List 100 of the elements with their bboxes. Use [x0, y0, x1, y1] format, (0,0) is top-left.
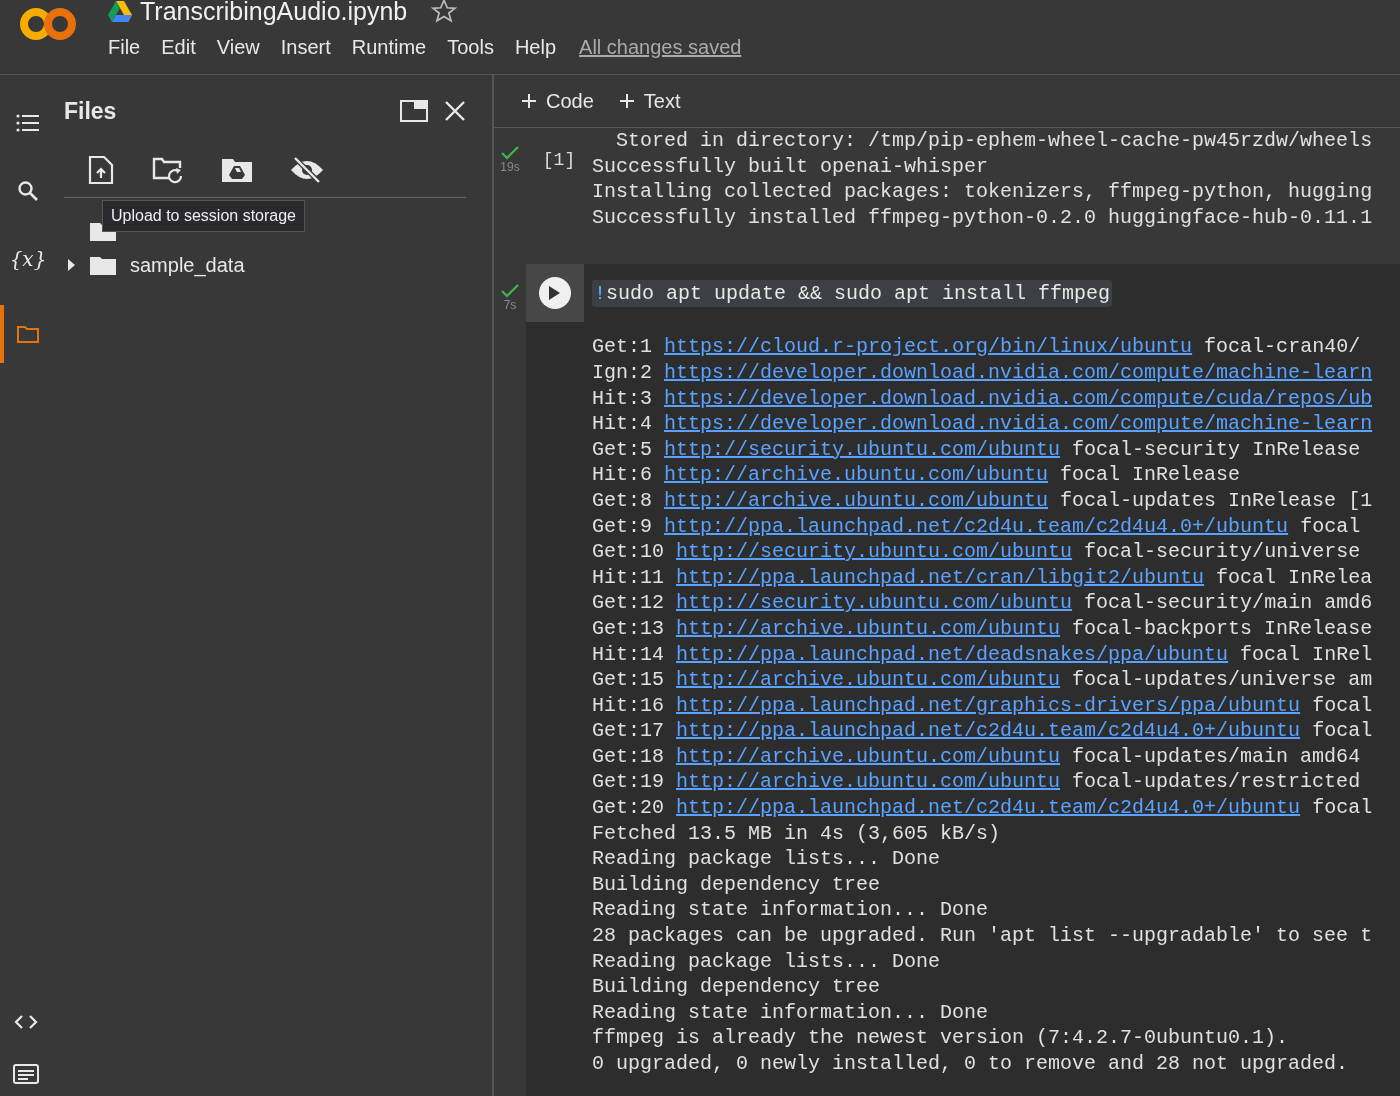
output-text: focal-updates/restricted	[1071, 770, 1361, 794]
output-link[interactable]: http://security.ubuntu.com/ubuntu	[664, 437, 1061, 461]
run-time: 19s	[500, 160, 520, 174]
plus-icon	[522, 94, 536, 108]
output-line: Building dependency tree	[592, 975, 881, 999]
folder-icon	[16, 324, 40, 344]
output-line: ffmpeg is already the newest version (7:4.2.7-0ubuntu0.1).	[592, 1026, 1289, 1050]
folder-icon	[90, 255, 116, 275]
panel-title: Files	[64, 97, 117, 125]
output-link[interactable]: http://security.ubuntu.com/ubuntu	[676, 591, 1073, 615]
output-link[interactable]: http://ppa.launchpad.net/deadsnakes/ppa/ubuntu	[676, 642, 1229, 666]
eye-off-icon[interactable]	[290, 156, 324, 184]
variables-tab[interactable]: {x}	[0, 237, 52, 281]
window-icon[interactable]	[400, 100, 428, 122]
output-text: Get:19	[592, 770, 665, 794]
output-text: Ign:2	[592, 360, 653, 384]
output-text: Get:10	[592, 540, 665, 564]
output-text: focal InRelease	[1059, 463, 1241, 487]
output-line: Successfully installed ffmpeg-python-0.2.0 huggingface-hub-0.11.1	[592, 205, 1373, 229]
output-text: focal InRelea	[1215, 565, 1373, 589]
expand-arrow-icon[interactable]	[66, 259, 76, 271]
output-text: focal InRel	[1239, 642, 1373, 666]
code-brackets-icon[interactable]	[14, 1014, 38, 1030]
output-text: Get:18	[592, 744, 665, 768]
output-link[interactable]: https://developer.download.nvidia.com/compute/cuda/repos/ub	[664, 386, 1373, 410]
close-icon[interactable]	[444, 100, 466, 122]
output-text: focal-updates/main amd64	[1071, 744, 1361, 768]
output-text: focal-security/main amd6	[1083, 591, 1373, 615]
folder-name[interactable]: sample_data	[130, 253, 245, 277]
plus-icon	[619, 94, 634, 108]
output-text: focal-cran40/	[1203, 335, 1361, 359]
menu-item[interactable]: File	[108, 36, 141, 59]
output-link[interactable]: http://archive.ubuntu.com/ubuntu	[664, 463, 1049, 487]
output-link[interactable]: https://developer.download.nvidia.com/compute/machine-learn	[664, 360, 1373, 384]
menu-item[interactable]: Help	[514, 36, 557, 59]
output-line: Reading package lists... Done	[592, 847, 941, 871]
output-text: Hit:4	[592, 412, 653, 436]
output-text: Get:13	[592, 616, 665, 640]
output-line: Reading state information... Done	[592, 1000, 989, 1024]
menu-item[interactable]: Insert	[280, 36, 331, 59]
search-icon	[17, 180, 39, 202]
output-line: Building dependency tree	[592, 872, 881, 896]
menu-item[interactable]: Tools	[447, 36, 494, 59]
drive-folder-icon[interactable]	[222, 157, 252, 183]
output-text: Hit:14	[592, 642, 665, 666]
output-text: Get:9	[592, 514, 653, 538]
output-text: Hit:3	[592, 386, 653, 410]
output-text: Get:17	[592, 719, 665, 743]
output-line: Installing collected packages: tokenizers, ffmpeg-python, hugging	[592, 180, 1373, 204]
output-link[interactable]: http://ppa.launchpad.net/c2d4u.team/c2d4u4.0+/ubuntu	[676, 719, 1301, 743]
upload-file-icon[interactable]	[88, 155, 114, 185]
output-text: Get:5	[592, 437, 653, 461]
menu-item[interactable]: Runtime	[351, 36, 427, 59]
run-button[interactable]	[539, 277, 571, 310]
tooltip: Upload to session storage	[102, 200, 305, 232]
code-editor[interactable]: !sudo apt update && sudo apt install ffmpeg	[592, 279, 1113, 307]
output-text: focal-updates InRelease [1	[1059, 488, 1373, 512]
output-line: Stored in directory: /tmp/pip-ephem-wheel-cache-pw45rzdw/wheels	[615, 129, 1373, 152]
list-icon	[16, 113, 40, 133]
add-code-button[interactable]: Code	[512, 83, 604, 119]
output-text: Get:1	[592, 335, 653, 359]
save-status-link[interactable]: All changes saved	[579, 36, 742, 59]
notebook-title[interactable]: TranscribingAudio.ipynb	[140, 0, 408, 26]
output-text: Get:20	[592, 796, 665, 820]
menu-item[interactable]: View	[216, 36, 260, 59]
output-line: Fetched 13.5 MB in 4s (3,605 kB/s)	[592, 821, 1001, 845]
output-text: focal-security/universe	[1083, 540, 1361, 564]
refresh-folder-icon[interactable]	[152, 156, 184, 184]
output-text: Hit:6	[592, 463, 653, 487]
add-text-button[interactable]: Text	[609, 83, 691, 119]
output-link[interactable]: https://developer.download.nvidia.com/compute/machine-learn	[664, 412, 1373, 436]
output-text: focal	[1311, 719, 1373, 743]
output-text: focal	[1311, 796, 1373, 820]
menu-item[interactable]: Edit	[161, 36, 196, 59]
output-link[interactable]: http://ppa.launchpad.net/graphics-drivers/ppa/ubuntu	[676, 693, 1301, 717]
output-link[interactable]: http://archive.ubuntu.com/ubuntu	[676, 668, 1061, 692]
star-icon[interactable]	[431, 0, 458, 24]
output-link[interactable]: http://security.ubuntu.com/ubuntu	[676, 540, 1073, 564]
output-text: Hit:16	[592, 693, 665, 717]
output-link[interactable]: http://ppa.launchpad.net/cran/libgit2/ubuntu	[676, 565, 1205, 589]
output-text: Hit:11	[592, 565, 665, 589]
drive-icon[interactable]	[108, 0, 132, 22]
output-link[interactable]: http://archive.ubuntu.com/ubuntu	[676, 770, 1061, 794]
output-link[interactable]: http://archive.ubuntu.com/ubuntu	[664, 488, 1049, 512]
output-link[interactable]: https://cloud.r-project.org/bin/linux/ubuntu	[664, 335, 1193, 359]
output-line: Reading state information... Done	[592, 898, 989, 922]
output-text: focal-updates/universe am	[1071, 668, 1373, 692]
terminal-icon[interactable]	[13, 1064, 39, 1084]
play-icon	[548, 286, 560, 301]
output-link[interactable]: http://ppa.launchpad.net/c2d4u.team/c2d4u4.0+/ubuntu	[676, 796, 1301, 820]
execution-count: [1]	[541, 149, 577, 172]
output-text: Get:8	[592, 488, 653, 512]
output-text: focal-backports InRelease	[1071, 616, 1373, 640]
run-time: 7s	[503, 298, 517, 313]
output-text: focal-security InRelease	[1071, 437, 1361, 461]
output-line: 28 packages can be upgraded. Run 'apt list --upgradable' to see t	[592, 924, 1373, 948]
output-text: Get:12	[592, 591, 665, 615]
output-link[interactable]: http://ppa.launchpad.net/c2d4u.team/c2d4u4.0+/ubuntu	[664, 514, 1289, 538]
output-link[interactable]: http://archive.ubuntu.com/ubuntu	[676, 744, 1061, 768]
output-link[interactable]: http://archive.ubuntu.com/ubuntu	[676, 616, 1061, 640]
